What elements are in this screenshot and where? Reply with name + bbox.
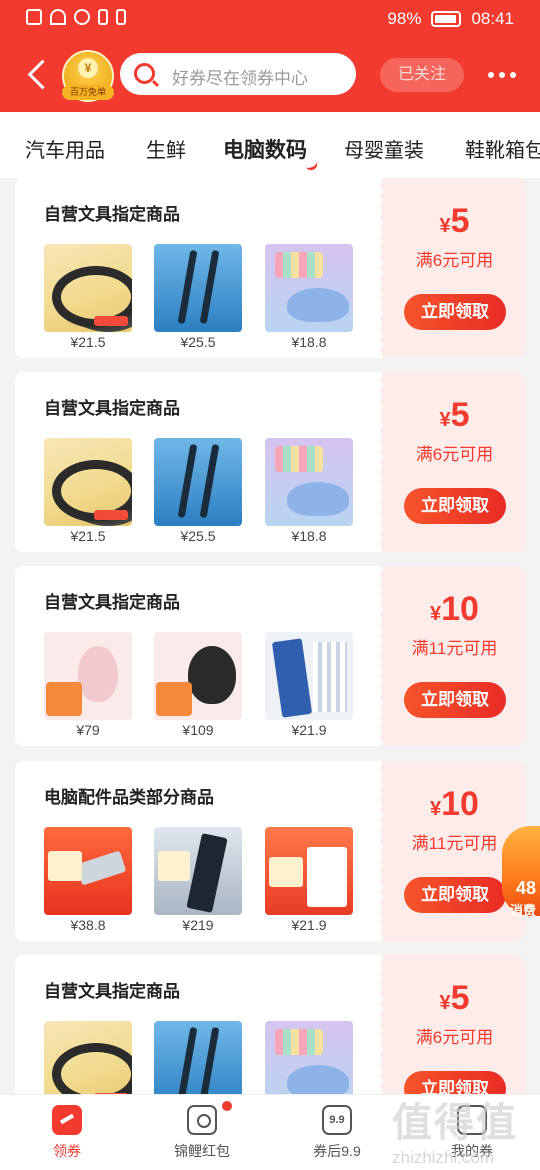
nav-after-coupon-99[interactable]: 9.9 券后9.9: [292, 1105, 382, 1161]
coupon-title: 自营文具指定商品: [44, 982, 180, 1001]
coupon-condition: 满6元可用: [415, 445, 494, 464]
product-price: ¥219: [182, 917, 214, 933]
product-image-pen[interactable]: [154, 244, 242, 332]
shop-badge: 百万免单: [62, 85, 114, 100]
coupon-amount: ¥5: [439, 979, 470, 1017]
product-image-usb-drive[interactable]: [44, 827, 132, 915]
claim-button[interactable]: 立即领取: [404, 682, 506, 718]
clock: 08:41: [471, 9, 514, 28]
product-price: ¥25.5: [180, 334, 216, 350]
coupon-amount: ¥10: [430, 590, 479, 628]
coupon-amount: ¥5: [439, 202, 470, 240]
coupon-value-panel: ¥10 满11元可用 立即领取: [380, 566, 525, 746]
coupon-title: 自营文具指定商品: [44, 399, 180, 418]
coupon-icon: [52, 1105, 82, 1135]
tab-automotive[interactable]: 汽车用品: [25, 134, 105, 163]
coupon-card: 自营文具指定商品 ¥79 ¥109 ¥21.9 ¥10 满11元可用 立即领取: [15, 566, 525, 746]
coupon-card: 电脑配件品类部分商品 ¥38.8 ¥219 ¥21.9 ¥10 满11元可用 立…: [15, 761, 525, 941]
nav-label: 券后9.9: [313, 1143, 361, 1159]
coupon-amount: ¥10: [430, 785, 479, 823]
search-icon: [134, 63, 155, 84]
notification-dot: [222, 1101, 232, 1111]
promo-text: 消费: [510, 903, 537, 918]
top-bar: 98% 08:41 ¥ 百万免单 好券尽在领券中心 已关注: [0, 0, 540, 112]
search-input[interactable]: 好券尽在领券中心: [120, 53, 356, 95]
watermark-mark: 值得值: [392, 1101, 518, 1145]
nav-label: 锦鲤红包: [174, 1143, 230, 1159]
battery-icon: [431, 11, 462, 27]
coupon-products[interactable]: 自营文具指定商品 ¥21.5 ¥25.5 ¥18.8: [15, 178, 380, 358]
tab-shoes-bags[interactable]: 鞋靴箱包: [465, 134, 540, 163]
header: ¥ 百万免单 好券尽在领券中心 已关注: [0, 44, 540, 104]
product-image-tape[interactable]: [44, 438, 132, 526]
category-tabs: 汽车用品 生鲜 电脑数码 母婴童装 鞋靴箱包: [0, 112, 540, 178]
coupon-card: 自营文具指定商品 ¥21.5 ¥25.5 ¥18.8 ¥5 满6元可用 立即领取: [15, 178, 525, 358]
coupon-title: 电脑配件品类部分商品: [44, 788, 214, 807]
shop-logo[interactable]: ¥ 百万免单: [62, 50, 114, 102]
coupon-products[interactable]: 自营文具指定商品 ¥79 ¥109 ¥21.9: [15, 566, 380, 746]
claim-button[interactable]: 立即领取: [404, 294, 506, 330]
claim-button[interactable]: 立即领取: [404, 877, 506, 913]
product-price: ¥79: [76, 722, 100, 738]
product-price: ¥18.8: [291, 528, 327, 544]
watermark: 值得值 zhizhizhi.com: [392, 1090, 540, 1170]
alarm-icon: [74, 9, 90, 25]
product-price: ¥21.9: [291, 722, 327, 738]
coupon-title: 自营文具指定商品: [44, 205, 180, 224]
watermark-site: zhizhizhi.com: [392, 1148, 495, 1167]
vibrate-icon: [116, 9, 126, 25]
search-placeholder: 好券尽在领券中心: [172, 69, 308, 88]
coupon-condition: 满11元可用: [411, 639, 498, 658]
nine-nine-icon: 9.9: [322, 1105, 352, 1135]
promo-number: 48: [516, 878, 537, 898]
follow-button[interactable]: 已关注: [380, 58, 464, 92]
nav-red-envelope[interactable]: 锦鲤红包: [157, 1105, 247, 1161]
product-price: ¥38.8: [70, 917, 106, 933]
tab-fresh[interactable]: 生鲜: [146, 134, 186, 163]
product-image-correction-tape[interactable]: [265, 438, 353, 526]
yen-coin-icon: ¥: [78, 58, 98, 78]
claim-button[interactable]: 立即领取: [404, 488, 506, 524]
coupon-title: 自营文具指定商品: [44, 593, 180, 612]
active-tab-indicator: [304, 159, 320, 173]
product-price: ¥109: [182, 722, 214, 738]
floating-promo-bag[interactable]: 48 消费: [498, 826, 540, 922]
product-image-ssd[interactable]: [154, 827, 242, 915]
nav-coupons[interactable]: 领券: [22, 1105, 112, 1161]
red-envelope-icon: [187, 1105, 217, 1135]
product-price: ¥21.5: [70, 334, 106, 350]
product-image-pen[interactable]: [154, 438, 242, 526]
battery-percent: 98%: [387, 9, 422, 28]
product-image-mouse-black[interactable]: [154, 632, 242, 720]
product-image-correction-tape[interactable]: [265, 244, 353, 332]
status-bar: 98% 08:41: [0, 0, 540, 38]
product-image-rocket-pens[interactable]: [265, 632, 353, 720]
nav-label: 领券: [53, 1143, 81, 1159]
product-image-pens-box[interactable]: [265, 827, 353, 915]
product-price: ¥18.8: [291, 334, 327, 350]
tab-mother-baby[interactable]: 母婴童装: [344, 134, 424, 163]
coupon-card: 自营文具指定商品 ¥21.5 ¥25.5 ¥18.8 ¥5 满6元可用 立即领取: [15, 372, 525, 552]
bluetooth-icon: [98, 9, 108, 25]
back-button[interactable]: [24, 58, 52, 90]
coupon-products[interactable]: 自营文具指定商品 ¥21.5 ¥25.5 ¥18.8: [15, 372, 380, 552]
product-image-tape[interactable]: [44, 244, 132, 332]
notification-icon: [26, 9, 42, 25]
coupon-amount: ¥5: [439, 396, 470, 434]
coupon-value-panel: ¥5 满6元可用 立即领取: [380, 372, 525, 552]
wifi-icon: [50, 9, 66, 25]
product-price: ¥21.9: [291, 917, 327, 933]
coupon-products[interactable]: 电脑配件品类部分商品 ¥38.8 ¥219 ¥21.9: [15, 761, 380, 941]
product-price: ¥25.5: [180, 528, 216, 544]
coupon-condition: 满6元可用: [415, 251, 494, 270]
product-price: ¥21.5: [70, 528, 106, 544]
coupon-value-panel: ¥5 满6元可用 立即领取: [380, 178, 525, 358]
product-image-mouse-pink[interactable]: [44, 632, 132, 720]
coupon-condition: 满6元可用: [415, 1028, 494, 1047]
tab-computers-digital[interactable]: 电脑数码: [223, 134, 307, 164]
more-icon[interactable]: [484, 72, 520, 80]
